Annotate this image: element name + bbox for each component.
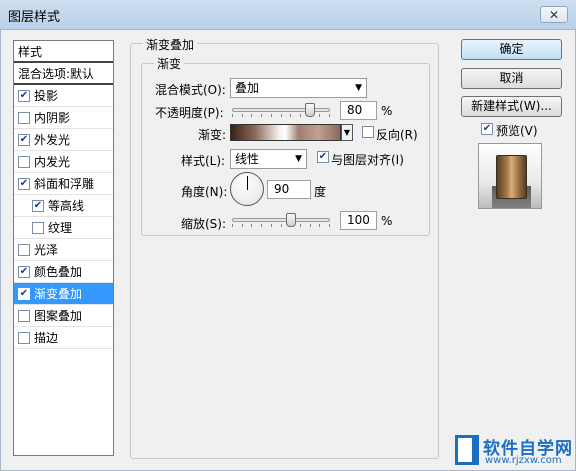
- opacity-unit: %: [381, 104, 393, 118]
- scale-slider-ticks: [232, 224, 330, 228]
- sidebar-item-checkbox[interactable]: [18, 243, 30, 256]
- group-title: 渐变叠加: [143, 36, 198, 53]
- scale-field[interactable]: 100: [340, 211, 377, 230]
- sidebar-item-checkbox[interactable]: [18, 309, 30, 322]
- section-title: 渐变: [154, 55, 185, 72]
- sidebar-item[interactable]: 纹理: [14, 217, 113, 239]
- opacity-slider-thumb[interactable]: [305, 103, 316, 117]
- opacity-field[interactable]: 80: [340, 101, 377, 120]
- watermark: 软件自学网 www.rjzxw.com: [455, 434, 573, 468]
- blend-mode-value: 叠加: [235, 81, 260, 95]
- gradient-swatch[interactable]: [230, 124, 341, 141]
- angle-unit: 度: [314, 185, 327, 199]
- sidebar-item-label: 内发光: [34, 155, 71, 169]
- opacity-slider-track[interactable]: [232, 108, 330, 112]
- sidebar-item-label: 纹理: [48, 221, 73, 235]
- styles-header[interactable]: 样式: [14, 41, 113, 63]
- style-preview: [478, 143, 542, 209]
- angle-dial[interactable]: [230, 172, 264, 206]
- sidebar-item[interactable]: ✔ 等高线: [14, 195, 113, 217]
- scale-slider-thumb[interactable]: [285, 213, 296, 227]
- sidebar-item-checkbox[interactable]: [18, 331, 30, 344]
- close-icon: ✕: [548, 7, 560, 22]
- sidebar-item-checkbox[interactable]: [32, 221, 44, 234]
- sidebar-item-label: 渐变叠加: [34, 287, 83, 301]
- watermark-url: www.rjzxw.com: [485, 455, 562, 466]
- sidebar-item-checkbox[interactable]: ✔: [18, 89, 30, 102]
- align-with-layer-label: 与图层对齐(I): [331, 153, 404, 167]
- sidebar-item-label: 描边: [34, 331, 59, 345]
- sidebar-item[interactable]: 图案叠加: [14, 305, 113, 327]
- sidebar-item[interactable]: 内阴影: [14, 107, 113, 129]
- sidebar-item-checkbox[interactable]: ✔: [32, 199, 44, 212]
- angle-field[interactable]: 90: [267, 180, 311, 199]
- sidebar-item-label: 颜色叠加: [34, 265, 83, 279]
- scale-label: 缩放(S):: [181, 217, 227, 231]
- preview-label: 预览(V): [496, 124, 538, 138]
- reverse-checkbox[interactable]: [362, 126, 374, 138]
- sidebar-item[interactable]: 内发光: [14, 151, 113, 173]
- title-bar: 图层样式 ✕: [0, 0, 576, 30]
- sidebar-item-label: 斜面和浮雕: [34, 177, 95, 191]
- style-value: 线性: [235, 152, 260, 166]
- align-with-layer-checkbox[interactable]: ✔: [317, 151, 329, 163]
- sidebar-item-label: 光泽: [34, 243, 59, 257]
- blend-options-item[interactable]: 混合选项:默认: [14, 63, 113, 85]
- ok-button[interactable]: 确定: [461, 39, 562, 60]
- styles-list: 样式 混合选项:默认 ✔ 投影内阴影 ✔ 外发光内发光 ✔ 斜面和浮雕 ✔ 等高线纹理光泽 ✔ 颜…: [13, 40, 114, 456]
- sidebar-item-label: 内阴影: [34, 111, 71, 125]
- sidebar-item-checkbox[interactable]: [18, 111, 30, 124]
- blend-options-label: 混合选项:默认: [18, 66, 95, 81]
- sidebar-item[interactable]: ✔ 渐变叠加: [14, 283, 113, 305]
- angle-dial-hand: [247, 176, 248, 190]
- sidebar-item-checkbox[interactable]: [18, 155, 30, 168]
- blend-mode-label: 混合模式(O):: [155, 83, 226, 97]
- sidebar-item-checkbox[interactable]: ✔: [18, 177, 30, 190]
- cancel-button[interactable]: 取消: [461, 68, 562, 89]
- sidebar-item-label: 外发光: [34, 133, 71, 147]
- preview-checkbox[interactable]: ✔: [481, 123, 493, 135]
- new-style-button[interactable]: 新建样式(W)...: [461, 96, 562, 117]
- sidebar-item-label: 投影: [34, 89, 59, 103]
- chevron-down-icon: ▼: [295, 154, 302, 164]
- sidebar-item[interactable]: ✔ 外发光: [14, 129, 113, 151]
- style-select[interactable]: 线性 ▼: [230, 149, 307, 169]
- sidebar-item[interactable]: ✔ 投影: [14, 85, 113, 107]
- sidebar-item-checkbox[interactable]: ✔: [18, 265, 30, 278]
- blend-mode-select[interactable]: 叠加 ▼: [230, 78, 367, 98]
- preview-shape: [496, 155, 527, 199]
- sidebar-item-label: 图案叠加: [34, 309, 83, 323]
- scale-unit: %: [381, 214, 393, 228]
- angle-label: 角度(N):: [181, 185, 228, 199]
- sidebar-item[interactable]: ✔ 颜色叠加: [14, 261, 113, 283]
- sidebar-item[interactable]: ✔ 斜面和浮雕: [14, 173, 113, 195]
- reverse-label: 反向(R): [376, 128, 418, 142]
- gradient-dropdown-button[interactable]: ▼: [341, 124, 353, 141]
- close-button[interactable]: ✕: [540, 6, 568, 23]
- sidebar-item[interactable]: 光泽: [14, 239, 113, 261]
- sidebar-item-checkbox[interactable]: ✔: [18, 133, 30, 146]
- chevron-down-icon: ▼: [343, 128, 351, 137]
- style-label: 样式(L):: [181, 154, 226, 168]
- chevron-down-icon: ▼: [355, 83, 362, 93]
- sidebar-item-label: 等高线: [48, 199, 85, 213]
- sidebar-item-checkbox[interactable]: ✔: [18, 287, 30, 300]
- scale-slider-track[interactable]: [232, 218, 330, 222]
- sidebar-item[interactable]: 描边: [14, 327, 113, 349]
- watermark-logo-icon: [455, 435, 479, 465]
- opacity-label: 不透明度(P):: [155, 106, 224, 120]
- opacity-slider-ticks: [232, 114, 330, 118]
- gradient-label: 渐变:: [198, 128, 227, 142]
- window-title: 图层样式: [8, 10, 61, 25]
